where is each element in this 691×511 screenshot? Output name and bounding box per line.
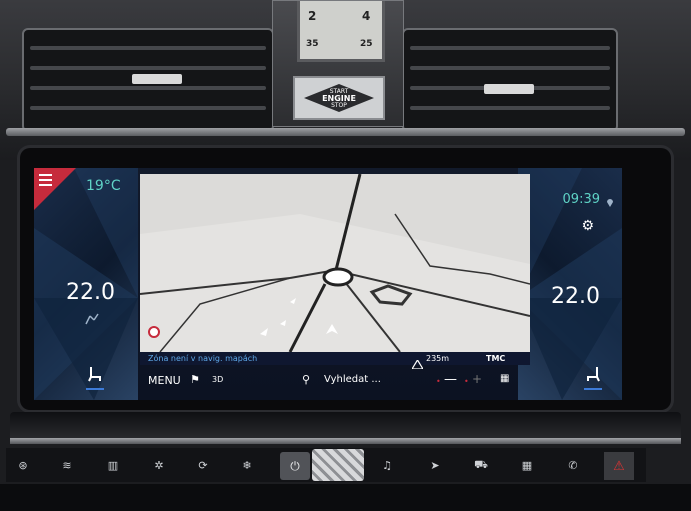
vent-adjust-tab[interactable]	[484, 84, 534, 94]
hamburger-icon[interactable]	[39, 174, 52, 189]
zoom-out-button[interactable]: —	[444, 372, 457, 387]
phone-button[interactable]: ✆	[558, 452, 588, 478]
hazard-icon[interactable]: ⚠	[604, 452, 634, 480]
clock-numeral: 2	[308, 9, 317, 23]
passenger-temperature[interactable]: 22.0	[551, 284, 600, 309]
navigation-button[interactable]: ➤	[420, 452, 450, 478]
analog-clock: 2 4 35 25	[297, 1, 385, 62]
seat-heat-indicator	[86, 388, 104, 390]
seat-heat-icon[interactable]	[584, 365, 602, 385]
fan-button[interactable]: ✲	[144, 452, 174, 478]
zone-message: Zóna není v navig. mapách	[148, 354, 258, 363]
power-icon[interactable]: ⏻	[280, 452, 310, 480]
climate-panel-right: 09:39 ⚙ 22.0	[518, 168, 622, 400]
engine-start-stop-button[interactable]: START ENGINE STOP	[293, 76, 385, 120]
navigation-map[interactable]	[140, 174, 530, 352]
rear-defrost-button[interactable]: ▥	[98, 452, 128, 478]
exterior-temperature: 19°C	[86, 178, 121, 194]
clock-pod: 2 4 35 25 START ENGINE STOP	[272, 0, 404, 127]
dashboard-upper: 2 4 35 25 START ENGINE STOP	[0, 0, 691, 160]
car-settings-button[interactable]: ⛟	[466, 452, 496, 478]
driver-temperature[interactable]: 22.0	[66, 280, 115, 305]
clock-numeral: 25	[360, 39, 373, 49]
zoom-in-button[interactable]: +	[472, 372, 482, 386]
map-options-icon[interactable]: ▦	[500, 373, 509, 384]
air-vent-left	[22, 28, 274, 132]
gear-icon[interactable]: ⚙	[581, 218, 594, 234]
air-vent-right	[402, 28, 618, 132]
map-scale: 235m	[426, 354, 450, 363]
zoom-indicator-dot: •	[464, 377, 469, 386]
location-pin-icon	[606, 193, 614, 207]
nav-toolbar: MENU ⚑ 3D ⚲ Vyhledat ... • — • + ▦	[140, 367, 530, 397]
clock-time: 09:39	[562, 192, 600, 207]
media-button[interactable]: ♫	[372, 452, 402, 478]
airflow-icon[interactable]	[84, 312, 100, 329]
search-button[interactable]: Vyhledat ...	[324, 374, 381, 385]
climate-panel-left: 19°C 22.0	[34, 168, 138, 400]
clock-numeral: 35	[306, 39, 319, 49]
infotainment-screen: 19°C 22.0 09:39 ⚙ 22.0 Zóna není v navig…	[34, 168, 622, 400]
lower-console	[0, 484, 691, 511]
engine-button-label: STOP	[331, 101, 347, 109]
seat-heat-indicator	[584, 388, 602, 390]
ac-button[interactable]: ❄	[232, 452, 262, 478]
chrome-trim	[6, 128, 685, 136]
checkered-flag-icon[interactable]: ⚑	[190, 373, 200, 386]
tmc-label[interactable]: TMC	[486, 352, 505, 365]
nav-menu-button[interactable]: MENU	[148, 374, 181, 387]
map-status-bar: Zóna není v navig. mapách 235m TMC	[140, 352, 530, 370]
volume-knob[interactable]	[312, 449, 364, 481]
clock-numeral: 4	[362, 9, 371, 23]
front-defrost-button[interactable]: ⊛	[8, 452, 38, 478]
search-icon[interactable]: ⚲	[302, 373, 310, 386]
view-3d-button[interactable]: 3D	[212, 375, 223, 384]
chrome-trim-lower	[10, 438, 681, 444]
zoom-indicator-dot: •	[436, 377, 441, 386]
windshield-heat-button[interactable]: ≋	[52, 452, 82, 478]
vent-adjust-tab[interactable]	[132, 74, 182, 84]
recirculation-button[interactable]: ⟳	[188, 452, 218, 478]
apps-button[interactable]: ▦	[512, 452, 542, 478]
engine-button-label: ENGINE	[322, 93, 356, 103]
seat-heat-icon[interactable]	[86, 365, 104, 385]
